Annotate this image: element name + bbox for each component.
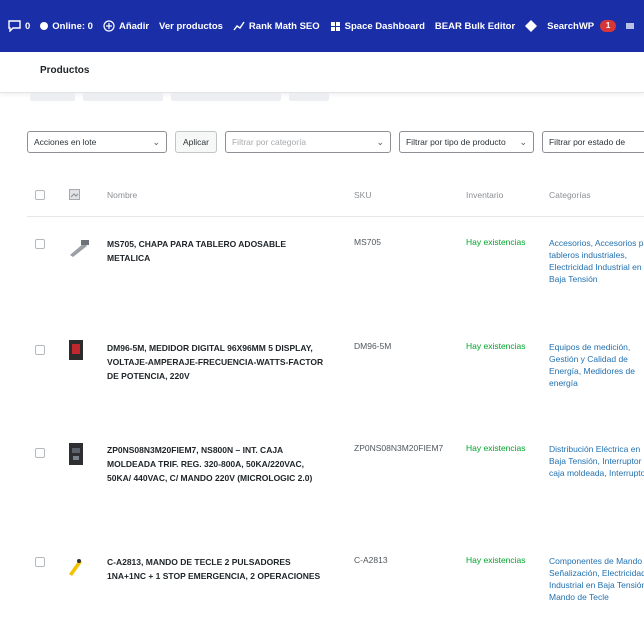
select-all-checkbox[interactable]	[35, 190, 45, 200]
column-inventory[interactable]: Inventario	[466, 190, 503, 200]
product-sku: ZP0NS08N3M20FIEM7	[354, 443, 444, 453]
online-indicator[interactable]: Online: 0	[40, 21, 93, 32]
page-title: Productos	[40, 65, 90, 76]
table-row[interactable]: C-A2813, MANDO DE TECLE 2 PULSADORES 1NA…	[27, 501, 644, 602]
image-column-icon	[69, 189, 80, 200]
product-categories[interactable]: Equipos de medición, Gestión y Calidad d…	[549, 341, 644, 389]
bulk-actions-select[interactable]: Acciones en lote ⌄	[27, 131, 167, 153]
row-checkbox[interactable]	[35, 557, 45, 567]
bear-label: BEAR Bulk Editor	[434, 20, 516, 32]
product-categories[interactable]: Accesorios, Accesorios para tableros ind…	[549, 237, 644, 285]
stock-status: Hay existencias	[466, 555, 526, 565]
view-products-label: Ver productos	[159, 20, 223, 32]
stock-status: Hay existencias	[466, 237, 526, 247]
overflow-icon[interactable]	[626, 21, 635, 31]
searchwp-label: SearchWP	[547, 20, 595, 32]
table-header: Nombre SKU Inventario Categorías	[27, 172, 644, 217]
bear-bulk-editor-menu[interactable]: BEAR Bulk Editor	[435, 21, 515, 32]
product-name-link[interactable]: MS705, CHAPA PARA TABLERO ADOSABLE METAL…	[107, 237, 327, 265]
page-header: Productos	[0, 52, 644, 93]
add-new-menu[interactable]: Añadir	[103, 20, 149, 32]
rank-math-icon	[233, 21, 245, 31]
comment-icon	[8, 20, 21, 32]
space-dashboard-menu[interactable]: Space Dashboard	[330, 21, 425, 32]
chevron-down-icon: ⌄	[376, 136, 384, 147]
product-sku: MS705	[354, 237, 381, 247]
column-sku[interactable]: SKU	[354, 190, 371, 200]
stock-status: Hay existencias	[466, 443, 526, 453]
apply-button[interactable]: Aplicar	[175, 131, 217, 153]
filters-toolbar: Acciones en lote ⌄ Aplicar Filtrar por c…	[27, 131, 644, 153]
category-filter-label: Filtrar por categoría	[231, 137, 307, 147]
admin-bar: 0 Online: 0 Añadir Ver productos Rank Ma…	[0, 0, 644, 52]
bulk-actions-label: Acciones en lote	[34, 137, 97, 147]
cut-off-icon	[626, 23, 635, 29]
add-new-label: Añadir	[118, 20, 150, 32]
comments-count: 0	[25, 20, 31, 32]
product-categories[interactable]: Distribución Eléctrica en Baja Tensión, …	[549, 443, 644, 479]
stock-status-filter-label: Filtrar por estado de	[548, 137, 626, 147]
category-filter-select[interactable]: Filtrar por categoría ⌄	[224, 131, 391, 153]
product-name-link[interactable]: DM96-5M, MEDIDOR DIGITAL 96X96MM 5 DISPL…	[107, 341, 327, 383]
plus-circle-icon	[103, 20, 115, 32]
view-products-link[interactable]: Ver productos	[159, 21, 223, 32]
rank-math-label: Rank Math SEO	[248, 20, 320, 32]
dashboard-icon	[330, 21, 340, 31]
online-label: Online: 0	[52, 20, 93, 32]
row-checkbox[interactable]	[35, 448, 45, 458]
searchwp-badge: 1	[600, 20, 617, 32]
product-thumbnail[interactable]	[69, 443, 83, 465]
rank-math-menu[interactable]: Rank Math SEO	[233, 21, 320, 32]
product-sku: C-A2813	[354, 555, 388, 565]
product-name-link[interactable]: ZP0NS08N3M20FIEM7, NS800N – INT. CAJA MO…	[107, 443, 327, 485]
column-categories: Categorías	[549, 190, 591, 200]
table-row[interactable]: DM96-5M, MEDIDOR DIGITAL 96X96MM 5 DISPL…	[27, 285, 644, 393]
row-checkbox[interactable]	[35, 239, 45, 249]
ghost-link	[30, 93, 75, 101]
ghost-link	[171, 93, 281, 101]
ghost-link	[289, 93, 329, 101]
column-name[interactable]: Nombre	[107, 190, 137, 200]
diamond-menu[interactable]	[525, 20, 538, 32]
product-name-link[interactable]: C-A2813, MANDO DE TECLE 2 PULSADORES 1NA…	[107, 555, 327, 583]
stock-status-filter-select[interactable]: Filtrar por estado de	[541, 131, 644, 153]
row-checkbox[interactable]	[35, 345, 45, 355]
chevron-down-icon: ⌄	[152, 136, 160, 147]
product-type-filter-select[interactable]: Filtrar por tipo de producto ⌄	[398, 131, 534, 153]
product-thumbnail[interactable]	[69, 340, 83, 360]
table-row[interactable]: ZP0NS08N3M20FIEM7, NS800N – INT. CAJA MO…	[27, 393, 644, 501]
diamond-icon	[525, 20, 538, 32]
product-categories[interactable]: Componentes de Mando y Señalización, Ele…	[549, 555, 644, 603]
comments-menu[interactable]: 0	[8, 20, 30, 32]
searchwp-menu[interactable]: SearchWP 1	[547, 20, 617, 32]
ghost-link	[83, 93, 163, 101]
product-thumbnail[interactable]	[66, 555, 84, 577]
status-filter-links	[30, 93, 329, 101]
online-dot-icon	[40, 22, 49, 30]
products-table: Nombre SKU Inventario Categorías MS705, …	[27, 172, 644, 602]
product-type-filter-label: Filtrar por tipo de producto	[405, 137, 506, 147]
space-dashboard-label: Space Dashboard	[344, 20, 425, 32]
product-sku: DM96-5M	[354, 341, 392, 351]
chevron-down-icon: ⌄	[519, 136, 527, 147]
stock-status: Hay existencias	[466, 341, 526, 351]
product-thumbnail[interactable]	[67, 237, 91, 259]
table-row[interactable]: MS705, CHAPA PARA TABLERO ADOSABLE METAL…	[27, 217, 644, 285]
